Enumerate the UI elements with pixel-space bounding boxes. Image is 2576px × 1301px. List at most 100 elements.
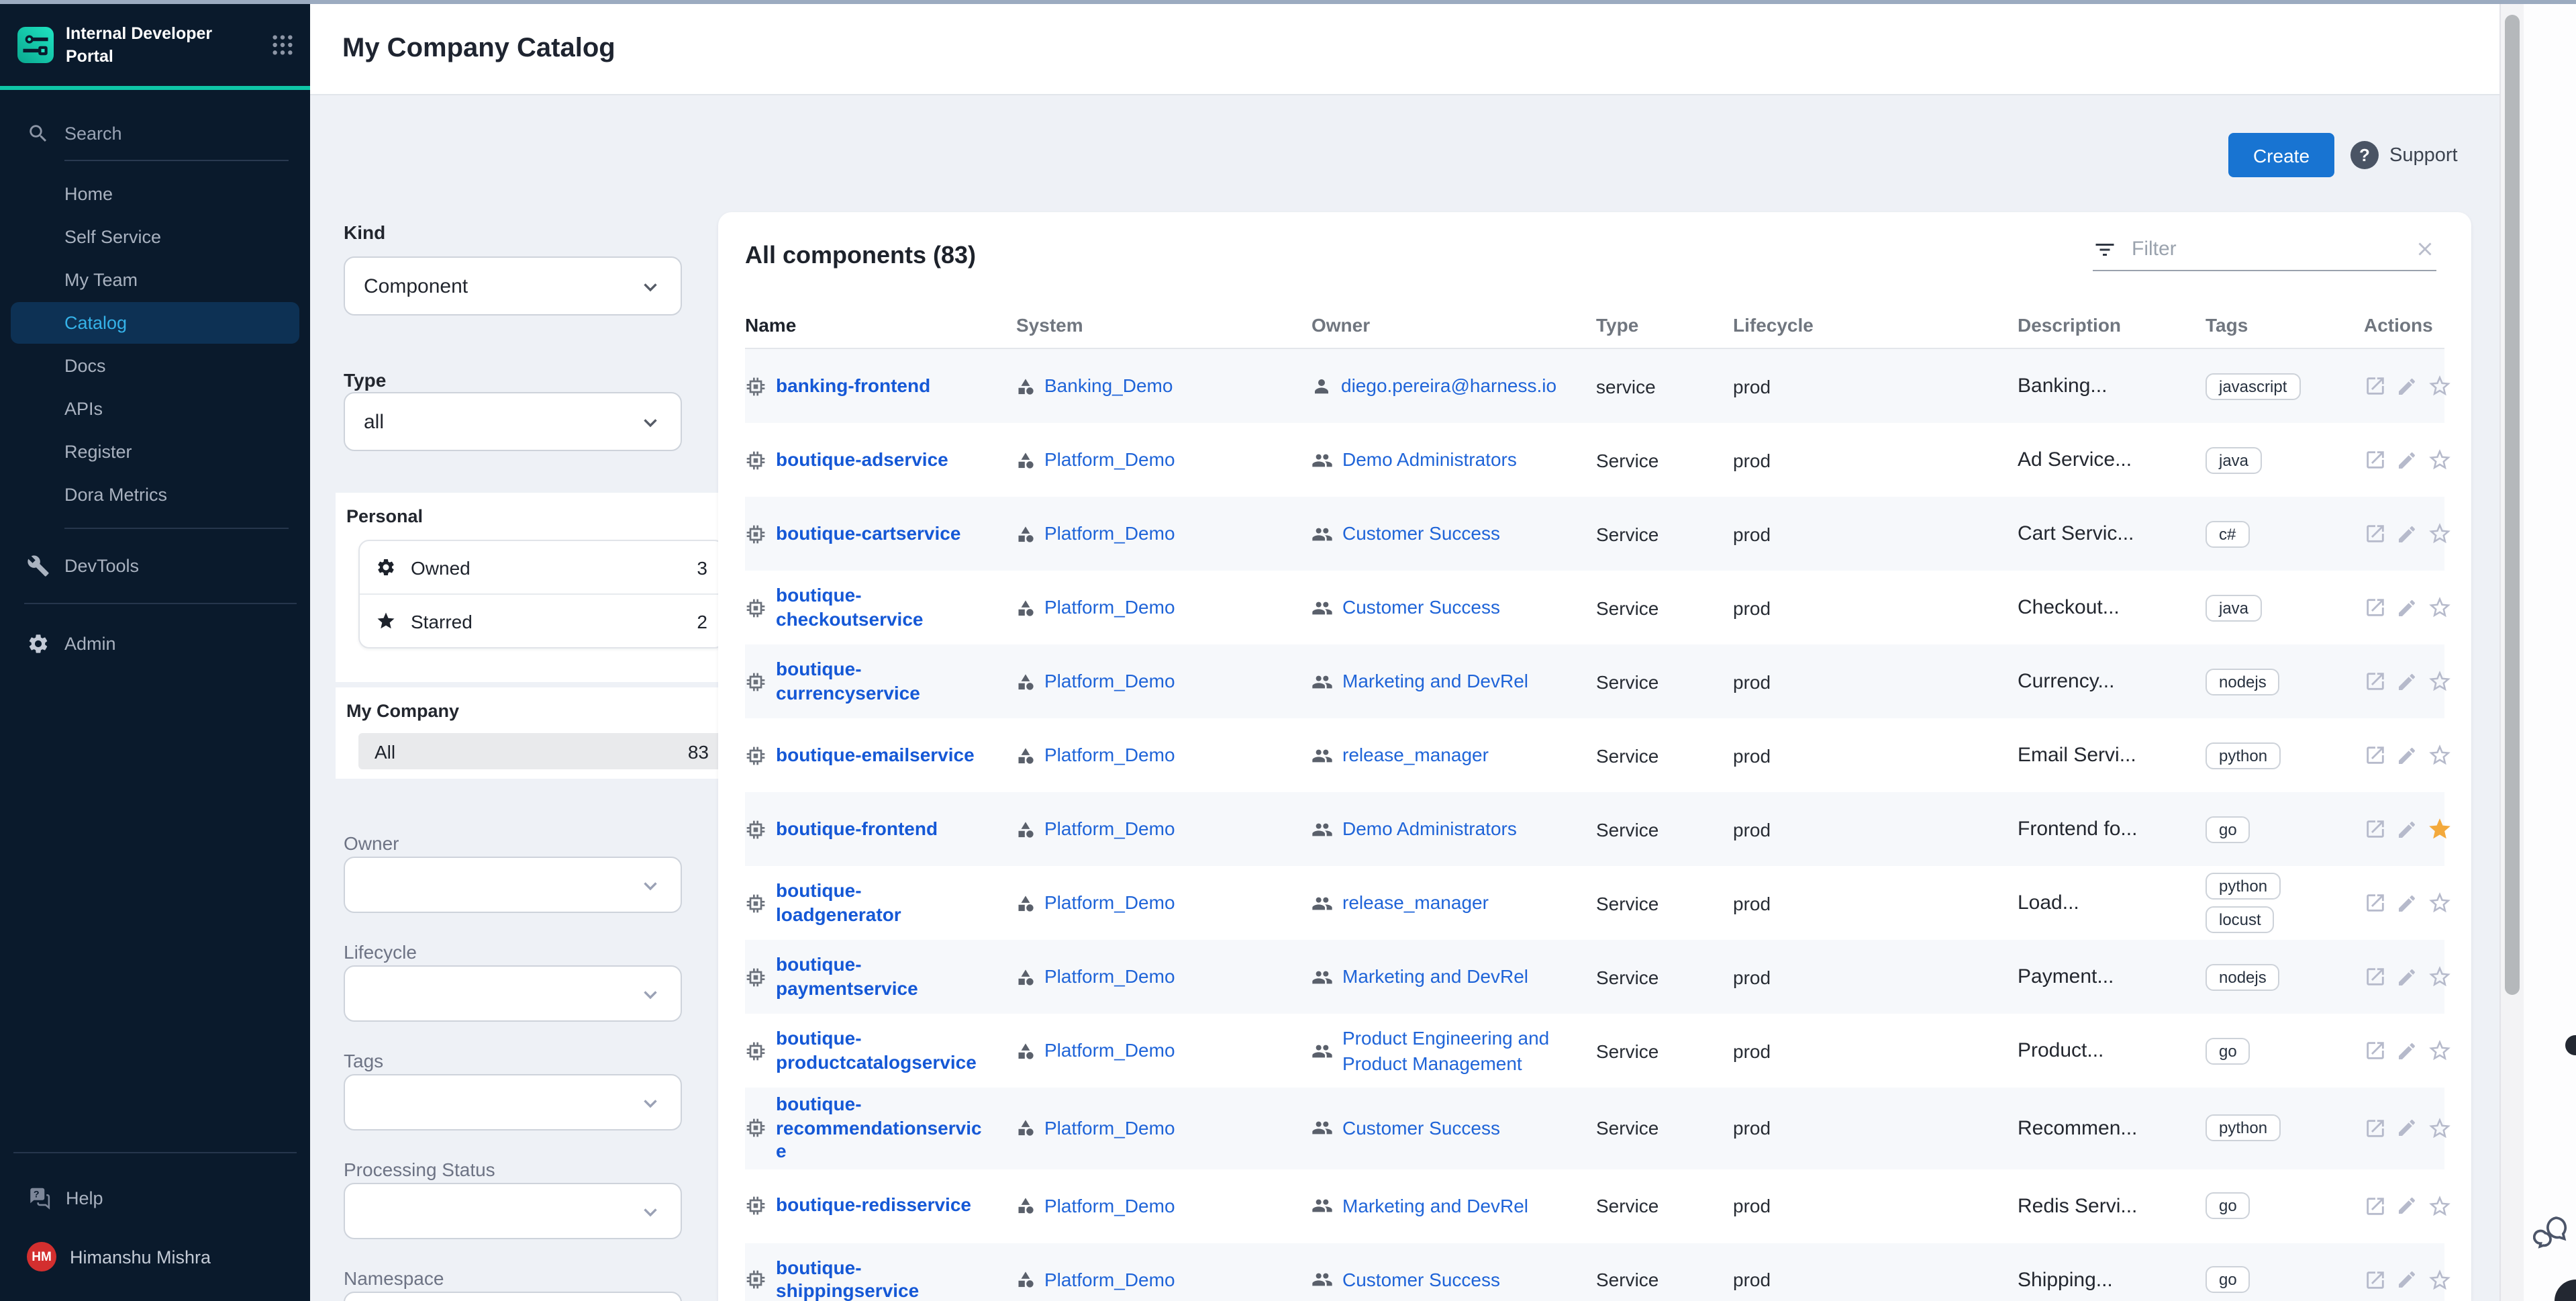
sidebar-item-dora-metrics[interactable]: Dora Metrics bbox=[11, 474, 299, 516]
component-link[interactable]: boutique-cartservice bbox=[776, 522, 960, 546]
open-in-new-icon[interactable] bbox=[2364, 892, 2387, 914]
star-icon[interactable] bbox=[2427, 669, 2453, 694]
open-in-new-icon[interactable] bbox=[2364, 522, 2387, 545]
app-grid-icon[interactable] bbox=[271, 34, 294, 56]
kind-select[interactable]: Component bbox=[344, 256, 682, 316]
star-icon[interactable] bbox=[2427, 447, 2453, 473]
star-icon[interactable] bbox=[2427, 1267, 2453, 1292]
system-link[interactable]: Platform_Demo bbox=[1044, 1194, 1175, 1218]
component-link[interactable]: boutique-recommendationservice bbox=[776, 1093, 985, 1163]
open-in-new-icon[interactable] bbox=[2364, 1039, 2387, 1062]
namespace-select[interactable] bbox=[344, 1292, 682, 1301]
column-header-name[interactable]: Name bbox=[745, 314, 1016, 336]
column-header-type[interactable]: Type bbox=[1596, 314, 1733, 336]
component-link[interactable]: banking-frontend bbox=[776, 375, 930, 398]
edge-widget-tab[interactable] bbox=[2565, 1035, 2576, 1055]
owner-link[interactable]: Customer Success bbox=[1342, 522, 1500, 546]
star-icon[interactable] bbox=[2427, 521, 2453, 546]
owner-link[interactable]: Customer Success bbox=[1342, 1267, 1500, 1292]
support-button[interactable]: ? Support bbox=[2350, 141, 2458, 169]
star-icon[interactable] bbox=[2427, 1193, 2453, 1218]
owner-link[interactable]: Customer Success bbox=[1342, 595, 1500, 620]
system-link[interactable]: Banking_Demo bbox=[1044, 374, 1173, 398]
scrollbar-track[interactable] bbox=[2499, 4, 2526, 1301]
open-in-new-icon[interactable] bbox=[2364, 1194, 2387, 1217]
sidebar-item-apis[interactable]: APIs bbox=[11, 388, 299, 430]
owner-link[interactable]: Marketing and DevRel bbox=[1342, 965, 1528, 989]
open-in-new-icon[interactable] bbox=[2364, 670, 2387, 693]
system-link[interactable]: Platform_Demo bbox=[1044, 817, 1175, 841]
open-in-new-icon[interactable] bbox=[2364, 596, 2387, 619]
owner-link[interactable]: release_manager bbox=[1342, 891, 1489, 915]
edit-icon[interactable] bbox=[2396, 892, 2418, 914]
column-header-actions[interactable]: Actions bbox=[2364, 314, 2444, 336]
open-in-new-icon[interactable] bbox=[2364, 1117, 2387, 1140]
edit-icon[interactable] bbox=[2396, 449, 2418, 471]
system-link[interactable]: Platform_Demo bbox=[1044, 448, 1175, 472]
column-header-tags[interactable]: Tags bbox=[2206, 314, 2364, 336]
component-link[interactable]: boutique-loadgenerator bbox=[776, 879, 985, 926]
star-icon[interactable] bbox=[2427, 1116, 2453, 1141]
component-link[interactable]: boutique-productcatalogservice bbox=[776, 1027, 985, 1074]
column-header-system[interactable]: System bbox=[1016, 314, 1311, 336]
edit-icon[interactable] bbox=[2396, 1195, 2418, 1216]
open-in-new-icon[interactable] bbox=[2364, 818, 2387, 840]
edit-icon[interactable] bbox=[2396, 966, 2418, 987]
star-icon[interactable] bbox=[2427, 816, 2453, 842]
component-link[interactable]: boutique-adservice bbox=[776, 448, 948, 472]
component-link[interactable]: boutique-emailservice bbox=[776, 744, 975, 767]
owner-link[interactable]: Product Engineering and Product Manageme… bbox=[1342, 1026, 1560, 1075]
open-in-new-icon[interactable] bbox=[2364, 744, 2387, 767]
edit-icon[interactable] bbox=[2396, 375, 2418, 397]
owner-link[interactable]: Demo Administrators bbox=[1342, 448, 1517, 472]
edit-icon[interactable] bbox=[2396, 1118, 2418, 1139]
component-link[interactable]: boutique-shippingservice bbox=[776, 1256, 985, 1301]
edit-icon[interactable] bbox=[2396, 1269, 2418, 1290]
system-link[interactable]: Platform_Demo bbox=[1044, 891, 1175, 915]
owner-link[interactable]: Marketing and DevRel bbox=[1342, 1194, 1528, 1218]
sidebar-item-register[interactable]: Register bbox=[11, 431, 299, 473]
open-in-new-icon[interactable] bbox=[2364, 1268, 2387, 1291]
star-icon[interactable] bbox=[2427, 890, 2453, 916]
open-in-new-icon[interactable] bbox=[2364, 375, 2387, 397]
filter-owned[interactable]: Owned 3 bbox=[360, 541, 724, 593]
system-link[interactable]: Platform_Demo bbox=[1044, 1116, 1175, 1140]
system-link[interactable]: Platform_Demo bbox=[1044, 1039, 1175, 1063]
system-link[interactable]: Platform_Demo bbox=[1044, 1267, 1175, 1292]
star-icon[interactable] bbox=[2427, 373, 2453, 399]
sidebar-item-docs[interactable]: Docs bbox=[11, 345, 299, 387]
sidebar-item-self-service[interactable]: Self Service bbox=[11, 216, 299, 258]
corner-widget[interactable] bbox=[2555, 1280, 2576, 1301]
edit-icon[interactable] bbox=[2396, 671, 2418, 692]
component-link[interactable]: boutique-redisservice bbox=[776, 1194, 971, 1218]
system-link[interactable]: Platform_Demo bbox=[1044, 522, 1175, 546]
sidebar-item-my-team[interactable]: My Team bbox=[11, 259, 299, 301]
column-header-description[interactable]: Description bbox=[2018, 314, 2206, 336]
component-link[interactable]: boutique-currencyservice bbox=[776, 658, 985, 705]
lifecycle-select[interactable] bbox=[344, 965, 682, 1022]
filter-input[interactable] bbox=[2129, 236, 2401, 262]
sidebar-item-catalog[interactable]: Catalog bbox=[11, 302, 299, 344]
edit-icon[interactable] bbox=[2396, 523, 2418, 544]
filter-starred[interactable]: Starred 2 bbox=[360, 593, 724, 647]
owner-link[interactable]: Marketing and DevRel bbox=[1342, 669, 1528, 693]
sidebar-search[interactable]: Search bbox=[0, 109, 310, 157]
open-in-new-icon[interactable] bbox=[2364, 448, 2387, 471]
owner-link[interactable]: Demo Administrators bbox=[1342, 817, 1517, 841]
component-link[interactable]: boutique-paymentservice bbox=[776, 953, 985, 1000]
sidebar-item-admin[interactable]: Admin bbox=[11, 622, 299, 666]
component-link[interactable]: boutique-frontend bbox=[776, 818, 938, 841]
column-header-owner[interactable]: Owner bbox=[1311, 314, 1596, 336]
tags-select[interactable] bbox=[344, 1074, 682, 1130]
sidebar-item-devtools[interactable]: DevTools bbox=[11, 544, 299, 588]
user-menu[interactable]: HM Himanshu Mishra bbox=[11, 1231, 299, 1282]
sidebar-item-help[interactable]: ? Help bbox=[11, 1175, 299, 1231]
open-in-new-icon[interactable] bbox=[2364, 965, 2387, 988]
owner-link[interactable]: diego.pereira@harness.io bbox=[1341, 374, 1556, 398]
close-icon[interactable] bbox=[2414, 238, 2436, 260]
owner-select[interactable] bbox=[344, 857, 682, 913]
star-icon[interactable] bbox=[2427, 964, 2453, 990]
edit-icon[interactable] bbox=[2396, 597, 2418, 618]
filter-all[interactable]: All 83 bbox=[358, 733, 725, 769]
star-icon[interactable] bbox=[2427, 1038, 2453, 1063]
